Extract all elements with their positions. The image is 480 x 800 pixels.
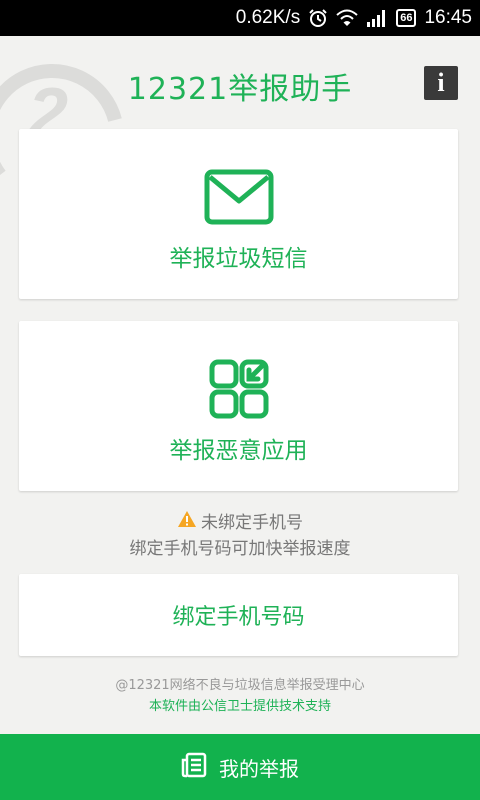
- status-bar: 0.62K/s 66 16:45: [0, 0, 480, 36]
- notice-subtitle: 绑定手机号码可加快举报速度: [129, 539, 351, 559]
- app-grid-icon: [19, 359, 458, 419]
- footer: @12321网络不良与垃圾信息举报受理中心 本软件由公信卫士提供技术支持: [0, 675, 480, 717]
- wifi-icon: [336, 9, 358, 27]
- my-reports-label: 我的举报: [219, 756, 299, 781]
- report-sms-label: 举报垃圾短信: [169, 246, 308, 272]
- report-sms-button[interactable]: 举报垃圾短信: [19, 129, 458, 299]
- copyright-text: @12321网络不良与垃圾信息举报受理中心: [115, 678, 365, 693]
- report-app-label: 举报恶意应用: [169, 438, 308, 464]
- info-button[interactable]: i: [424, 66, 458, 100]
- clock: 16:45: [424, 7, 472, 28]
- signal-icon: [366, 9, 388, 27]
- warning-icon: [177, 510, 197, 536]
- battery-icon: 66: [396, 9, 417, 27]
- report-app-button[interactable]: 举报恶意应用: [19, 321, 458, 491]
- notice-title: 未绑定手机号: [201, 513, 303, 533]
- bind-notice: 未绑定手机号 绑定手机号码可加快举报速度: [0, 510, 480, 562]
- bind-phone-button[interactable]: 绑定手机号码: [19, 574, 458, 656]
- info-icon: i: [437, 68, 445, 97]
- battery-level: 66: [400, 12, 413, 24]
- network-speed: 0.62K/s: [235, 7, 301, 28]
- document-list-icon: [181, 752, 207, 783]
- bind-phone-label: 绑定手机号码: [172, 605, 305, 630]
- page-title: 12321举报助手: [127, 72, 353, 107]
- alarm-icon: [308, 8, 328, 28]
- credit-text: 本软件由公信卫士提供技术支持: [148, 699, 331, 714]
- my-reports-button[interactable]: 我的举报: [0, 734, 480, 800]
- envelope-icon: [19, 169, 458, 225]
- app-header: 12321举报助手 i: [0, 36, 480, 126]
